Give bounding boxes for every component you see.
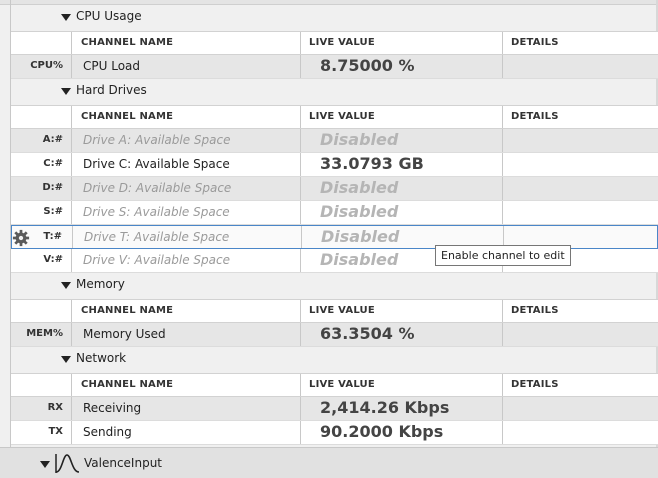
channel-name: CPU Load — [83, 59, 140, 73]
col-details[interactable]: DETAILS — [511, 111, 559, 122]
channel-code: C:# — [43, 158, 63, 169]
channel-name: Drive V: Available Space — [83, 253, 230, 267]
live-value: Disabled — [320, 202, 399, 221]
col-live-value[interactable]: LIVE VALUE — [309, 379, 375, 390]
group-title: ValenceInput — [84, 456, 163, 470]
channel-code: RX — [47, 402, 63, 413]
waveform-icon — [55, 454, 80, 473]
col-details[interactable]: DETAILS — [511, 305, 559, 316]
group-title: Memory — [76, 277, 125, 291]
column-header-row: CHANNEL NAME LIVE VALUE DETAILS — [11, 105, 658, 129]
col-channel-name[interactable]: CHANNEL NAME — [81, 37, 173, 48]
channel-name: Receiving — [83, 401, 142, 415]
column-header-row: CHANNEL NAME LIVE VALUE DETAILS — [11, 373, 658, 397]
collapse-triangle-icon[interactable] — [61, 282, 71, 289]
live-value: Disabled — [320, 178, 399, 197]
collapse-triangle-icon[interactable] — [40, 461, 50, 468]
channel-name: Drive A: Available Space — [83, 133, 231, 147]
group-header-network[interactable]: Network — [11, 348, 658, 372]
channel-panel: CPU Usage CHANNEL NAME LIVE VALUE DETAIL… — [0, 0, 658, 478]
channel-name: Drive C: Available Space — [83, 157, 230, 171]
live-value: 2,414.26 Kbps — [320, 398, 450, 417]
collapse-triangle-icon[interactable] — [61, 88, 71, 95]
channel-row-drive-c[interactable]: C:# Drive C: Available Space 33.0793 GB — [11, 153, 658, 177]
tooltip: Enable channel to edit — [435, 245, 571, 266]
channel-code: S:# — [43, 206, 63, 217]
group-header-valenceinput[interactable]: ValenceInput — [0, 447, 658, 478]
channel-name: Sending — [83, 425, 132, 439]
col-channel-name[interactable]: CHANNEL NAME — [81, 111, 173, 122]
channel-name: Drive D: Available Space — [83, 181, 232, 195]
top-border — [0, 0, 658, 5]
live-value: Disabled — [321, 227, 400, 246]
channel-row-memory-used[interactable]: MEM% Memory Used 63.3504 % — [11, 323, 658, 347]
channel-row-receiving[interactable]: RX Receiving 2,414.26 Kbps — [11, 397, 658, 421]
collapse-triangle-icon[interactable] — [61, 356, 71, 363]
column-header-row: CHANNEL NAME LIVE VALUE DETAILS — [11, 31, 658, 55]
channel-row-drive-a[interactable]: A:# Drive A: Available Space Disabled — [11, 129, 658, 153]
channel-code: A:# — [42, 134, 63, 145]
channel-row-drive-s[interactable]: S:# Drive S: Available Space Disabled — [11, 201, 658, 225]
channel-code: MEM% — [26, 328, 63, 339]
channel-name: Memory Used — [83, 327, 166, 341]
column-header-row: CHANNEL NAME LIVE VALUE DETAILS — [11, 299, 658, 323]
channel-row-drive-d[interactable]: D:# Drive D: Available Space Disabled — [11, 177, 658, 201]
live-value: 63.3504 % — [320, 324, 415, 343]
live-value: Disabled — [320, 130, 399, 149]
collapse-triangle-icon[interactable] — [61, 14, 71, 21]
col-live-value[interactable]: LIVE VALUE — [309, 37, 375, 48]
group-header-memory[interactable]: Memory — [11, 274, 658, 298]
channel-row-sending[interactable]: TX Sending 90.2000 Kbps — [11, 421, 658, 445]
col-channel-name[interactable]: CHANNEL NAME — [81, 305, 173, 316]
live-value: 33.0793 GB — [320, 154, 424, 173]
group-title: CPU Usage — [76, 9, 142, 23]
gear-icon[interactable] — [12, 229, 30, 247]
channel-code: D:# — [42, 182, 63, 193]
group-title: Network — [76, 351, 127, 365]
group-header-drives[interactable]: Hard Drives — [11, 80, 658, 104]
channel-code: T:# — [43, 231, 62, 242]
channel-code: V:# — [43, 254, 63, 265]
channel-code: CPU% — [30, 60, 63, 71]
col-details[interactable]: DETAILS — [511, 379, 559, 390]
col-channel-name[interactable]: CHANNEL NAME — [81, 379, 173, 390]
group-header-cpu[interactable]: CPU Usage — [11, 6, 658, 30]
col-details[interactable]: DETAILS — [511, 37, 559, 48]
live-value: 90.2000 Kbps — [320, 422, 444, 441]
col-live-value[interactable]: LIVE VALUE — [309, 305, 375, 316]
live-value: 8.75000 % — [320, 56, 415, 75]
live-value: Disabled — [320, 250, 399, 269]
group-title: Hard Drives — [76, 83, 147, 97]
channel-name: Drive T: Available Space — [84, 230, 230, 244]
channel-code: TX — [48, 426, 63, 437]
channel-row-cpu-load[interactable]: CPU% CPU Load 8.75000 % — [11, 55, 658, 79]
channel-name: Drive S: Available Space — [83, 205, 230, 219]
col-live-value[interactable]: LIVE VALUE — [309, 111, 375, 122]
